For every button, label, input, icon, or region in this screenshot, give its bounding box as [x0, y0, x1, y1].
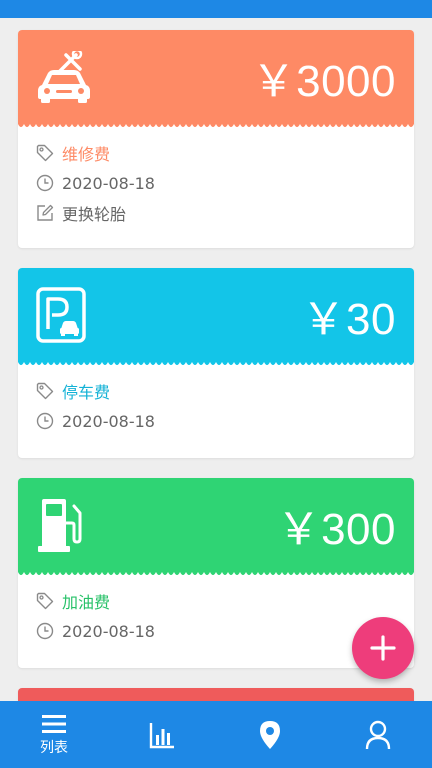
bottom-nav: 列表	[0, 701, 432, 768]
gas-station-icon	[38, 499, 82, 552]
tag-icon	[36, 144, 54, 162]
card-header: ￥3000	[18, 30, 414, 127]
nav-label-list: 列表	[40, 739, 68, 756]
nav-item-stats[interactable]	[108, 701, 216, 768]
card-header: ￥30	[18, 268, 414, 365]
tag-icon	[36, 382, 54, 400]
note-row: 更换轮胎	[36, 198, 396, 228]
category-label: 维修费	[62, 145, 111, 164]
tag-icon	[36, 592, 54, 610]
amount: ￥30	[301, 295, 396, 344]
scallop-edge	[18, 122, 414, 127]
add-record-button[interactable]	[352, 617, 414, 679]
date-row: 2020-08-18	[36, 616, 396, 646]
amount: ￥300	[276, 505, 396, 554]
note-label: 更换轮胎	[62, 205, 127, 224]
card-header: ￥300	[18, 478, 414, 575]
date-row: 2020-08-18	[36, 406, 396, 436]
date-label: 2020-08-18	[62, 173, 155, 193]
edit-icon	[37, 204, 54, 221]
user-icon	[365, 720, 391, 749]
plus-icon	[370, 635, 396, 661]
location-pin-icon	[260, 720, 280, 749]
nav-item-profile[interactable]	[324, 701, 432, 768]
date-row: 2020-08-18	[36, 168, 396, 198]
status-bar	[0, 0, 432, 18]
scallop-edge	[18, 570, 414, 575]
clock-icon	[36, 174, 54, 192]
card-body: 停车费 2020-08-18	[18, 362, 414, 446]
bar-chart-icon	[149, 722, 174, 748]
date-label: 2020-08-18	[62, 411, 155, 431]
car-repair-icon	[38, 51, 90, 103]
category-row: 维修费	[36, 138, 396, 168]
expense-card[interactable]: ￥3000 维修费 2020-08-18 更换轮胎	[18, 30, 414, 248]
category-label: 加油费	[62, 593, 111, 612]
date-label: 2020-08-18	[62, 621, 155, 641]
clock-icon	[36, 412, 54, 430]
category-label: 停车费	[62, 383, 111, 402]
category-row: 停车费	[36, 376, 396, 406]
nav-item-location[interactable]	[216, 701, 324, 768]
parking-icon	[36, 287, 86, 343]
category-row: 加油费	[36, 586, 396, 616]
amount: ￥3000	[251, 57, 396, 106]
scallop-edge	[18, 360, 414, 365]
expense-card[interactable]: ￥30 停车费 2020-08-18	[18, 268, 414, 458]
list-icon	[42, 714, 66, 733]
nav-item-list[interactable]: 列表	[0, 701, 108, 768]
clock-icon	[36, 622, 54, 640]
card-body: 维修费 2020-08-18 更换轮胎	[18, 124, 414, 238]
